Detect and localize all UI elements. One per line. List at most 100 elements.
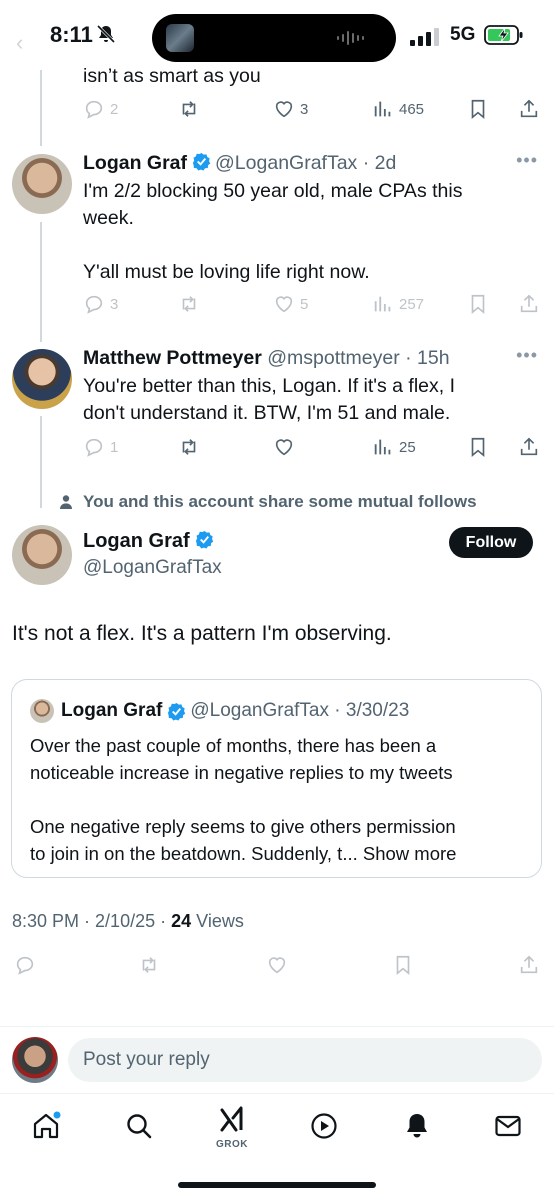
thread-line <box>40 70 42 146</box>
display-name-text: Logan Graf <box>83 530 190 552</box>
views-count: 465 <box>399 100 425 118</box>
bookmark-icon <box>471 99 485 120</box>
tweet-actions: 1 25 <box>83 436 543 462</box>
quoted-tweet[interactable]: Logan Graf @LoganGrafTax · 3/30/23 Over t… <box>11 679 542 878</box>
share-button[interactable] <box>518 98 540 120</box>
like-button[interactable]: 5 <box>273 293 308 315</box>
tweet-actions <box>14 954 542 980</box>
like-button[interactable] <box>266 954 288 976</box>
grok-label: GROK <box>216 1139 248 1150</box>
bookmark-button[interactable] <box>467 436 489 458</box>
reply-button[interactable]: 1 <box>83 436 118 458</box>
repost-button[interactable] <box>178 436 200 458</box>
share-button[interactable] <box>518 293 540 315</box>
display-name[interactable]: Logan Graf <box>83 152 187 174</box>
tweet-line: Y'all must be loving life right now. <box>83 261 370 283</box>
like-button[interactable]: 3 <box>273 98 308 120</box>
bell-off-icon <box>96 24 116 44</box>
timestamp: · 15h <box>405 347 450 369</box>
grok-tab[interactable]: GROK <box>213 1106 251 1150</box>
handle[interactable]: @LoganGrafTax <box>83 557 222 579</box>
views-icon <box>374 101 391 117</box>
user-avatar[interactable] <box>12 1037 58 1083</box>
tweet-text: You're better than this, Logan. If it's … <box>83 373 455 427</box>
share-icon <box>520 99 538 118</box>
avatar[interactable] <box>12 349 72 409</box>
share-icon <box>520 294 538 313</box>
person-icon <box>60 495 72 509</box>
views-count: 257 <box>399 295 425 313</box>
repost-icon <box>182 296 196 312</box>
video-icon[interactable] <box>309 1111 339 1141</box>
notifications-icon[interactable] <box>402 1111 432 1141</box>
show-more-link[interactable]: Show more <box>363 843 457 864</box>
repost-button[interactable] <box>178 98 200 120</box>
avatar <box>30 699 54 723</box>
tweet-header: Matthew Pottmeyer @mspottmeyer · 15h <box>83 347 450 370</box>
bookmark-button[interactable] <box>467 98 489 120</box>
repost-button[interactable] <box>178 293 200 315</box>
bookmark-button[interactable] <box>392 954 414 976</box>
more-icon[interactable]: ••• <box>516 345 538 366</box>
heart-icon <box>275 101 293 118</box>
verified-badge-icon <box>195 530 213 549</box>
like-button[interactable] <box>273 436 295 458</box>
battery-charging-icon <box>484 25 523 45</box>
reply-icon <box>16 956 34 975</box>
reply-button[interactable]: 2 <box>83 98 118 120</box>
audio-wave-icon <box>337 31 364 45</box>
reply-icon <box>85 295 103 314</box>
views-button[interactable]: 25 <box>372 436 416 458</box>
thread-line <box>40 416 42 508</box>
quote-line: to join in on the beatdown. Suddenly, t.… <box>30 843 358 864</box>
tweet-text: isn’t as smart as you <box>83 65 261 87</box>
share-button[interactable] <box>518 436 540 458</box>
reply-count: 3 <box>110 295 119 313</box>
quote-line: noticeable increase in negative replies … <box>30 762 453 783</box>
handle[interactable]: @mspottmeyer <box>267 347 400 369</box>
tweet-time: 8:30 PM <box>12 911 80 931</box>
tweet-actions: 3 5 257 <box>83 293 543 319</box>
views-label: Views <box>196 911 244 931</box>
dynamic-island[interactable] <box>152 14 396 62</box>
views-button[interactable]: 465 <box>372 98 424 120</box>
share-icon <box>520 437 538 456</box>
tweet-actions: 2 3 465 <box>83 98 543 124</box>
timestamp: · 3/30/23 <box>334 700 410 721</box>
views-count: 24 <box>171 911 192 931</box>
home-icon[interactable] <box>31 1111 61 1141</box>
more-icon[interactable]: ••• <box>516 150 538 171</box>
display-name: Logan Graf <box>61 700 163 721</box>
quote-line: Over the past couple of months, there ha… <box>30 735 437 756</box>
messages-icon[interactable] <box>493 1111 523 1141</box>
handle[interactable]: @LoganGrafTax <box>215 152 357 174</box>
reply-input[interactable]: Post your reply <box>68 1038 542 1082</box>
repost-button[interactable] <box>138 954 160 976</box>
share-button[interactable] <box>518 954 540 976</box>
reply-button[interactable]: 3 <box>83 293 118 315</box>
search-icon[interactable] <box>124 1111 154 1141</box>
avatar[interactable] <box>12 154 72 214</box>
avatar[interactable] <box>12 525 72 585</box>
views-icon <box>374 439 391 455</box>
reply-count: 2 <box>110 100 119 118</box>
mutual-follows-text: You and this account share some mutual f… <box>83 492 477 511</box>
reply-count: 1 <box>110 438 119 456</box>
display-name[interactable]: Matthew Pottmeyer <box>83 347 262 369</box>
quote-line: One negative reply seems to give others … <box>30 816 456 837</box>
views-button[interactable]: 257 <box>372 293 424 315</box>
media-thumbnail <box>166 24 194 52</box>
reply-icon <box>85 438 103 457</box>
tweet-text: I'm 2/2 blocking 50 year old, male CPAs … <box>83 178 462 286</box>
bookmark-button[interactable] <box>467 293 489 315</box>
follow-button[interactable]: Follow <box>449 527 533 558</box>
tweet-line: You're better than this, Logan. If it's … <box>83 375 456 397</box>
status-bar: ‹ 8:11 5G <box>0 0 554 70</box>
status-time: 8:11 <box>50 22 93 47</box>
reply-button[interactable] <box>14 954 36 976</box>
display-name[interactable]: Logan Graf <box>83 530 218 553</box>
repost-icon <box>182 101 196 117</box>
mutual-follows-notice: You and this account share some mutual f… <box>58 492 477 512</box>
like-count: 3 <box>300 100 309 118</box>
heart-icon <box>268 957 286 974</box>
